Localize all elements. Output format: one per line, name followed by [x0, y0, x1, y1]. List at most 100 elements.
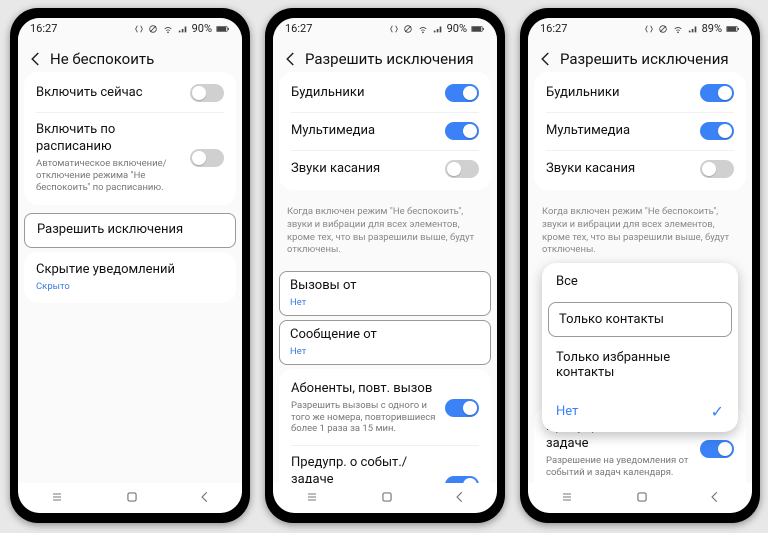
vibrate-icon	[134, 24, 144, 34]
toggle-media[interactable]	[445, 122, 479, 140]
nav-bar	[18, 483, 242, 513]
sub-hidden: Скрыто	[36, 281, 224, 293]
card-sound-exceptions: Будильники Мультимедиа Звуки касания	[534, 72, 746, 190]
status-icons: 90%	[389, 22, 485, 35]
label-allow-exceptions: Разрешить исключения	[37, 222, 223, 239]
option-all-label: Все	[556, 274, 578, 289]
label-alarms: Будильники	[291, 85, 437, 102]
battery-percent: 89%	[702, 22, 722, 35]
phone-mockup-3: 16:27 89% Разрешить исключения Будильник…	[520, 8, 760, 523]
back-button[interactable]	[22, 45, 50, 73]
nav-home[interactable]	[380, 490, 394, 507]
option-contacts-only[interactable]: Только контакты	[548, 302, 732, 337]
nav-recents[interactable]	[303, 491, 321, 506]
back-button[interactable]	[277, 45, 305, 73]
screen-2: 16:27 90% Разрешить исключения Будильник…	[273, 18, 497, 513]
check-icon: ✓	[711, 402, 724, 421]
row-messages-from[interactable]: Сообщение от Нет	[279, 320, 491, 365]
option-fav-contacts[interactable]: Только избранные контакты	[542, 339, 738, 391]
battery-icon	[726, 24, 740, 34]
value-messages-from: Нет	[290, 346, 480, 358]
screen-1: 16:27 90% Не беспокоить Включить сейчас	[18, 18, 242, 513]
label-repeat-callers: Абоненты, повт. вызов	[291, 381, 437, 398]
status-time: 16:27	[540, 22, 567, 35]
row-allow-exceptions[interactable]: Разрешить исключения	[24, 213, 236, 248]
row-enable-now[interactable]: Включить сейчас	[24, 74, 236, 112]
signal-icon	[178, 24, 188, 34]
nav-back[interactable]	[198, 490, 212, 507]
toggle-alarms[interactable]	[445, 84, 479, 102]
label-enable-schedule: Включить по расписанию	[36, 122, 182, 156]
status-time: 16:27	[285, 22, 312, 35]
sub-enable-schedule: Автоматическое включение/отключение режи…	[36, 158, 182, 194]
vibrate-icon	[644, 24, 654, 34]
row-touch-sounds[interactable]: Звуки касания	[279, 150, 491, 188]
chevron-left-icon	[282, 50, 300, 68]
nav-home[interactable]	[125, 490, 139, 507]
toggle-media[interactable]	[700, 122, 734, 140]
label-calls-from: Вызовы от	[290, 278, 480, 295]
label-media: Мультимедиа	[546, 123, 692, 140]
nav-recents[interactable]	[48, 491, 66, 506]
wifi-icon	[672, 24, 684, 34]
row-media[interactable]: Мультимедиа	[279, 112, 491, 150]
row-enable-schedule[interactable]: Включить по расписанию Автоматическое вк…	[24, 112, 236, 203]
page-title: Разрешить исключения	[305, 50, 474, 68]
label-messages-from: Сообщение от	[290, 327, 480, 344]
label-media: Мультимедиа	[291, 123, 437, 140]
option-none[interactable]: Нет ✓	[542, 391, 738, 432]
sub-repeat-callers: Разрешить вызовы с одного и того же номе…	[291, 400, 437, 436]
nav-bar	[528, 483, 752, 513]
page-title: Разрешить исключения	[560, 50, 729, 68]
toggle-touch-sounds[interactable]	[445, 160, 479, 178]
battery-percent: 90%	[192, 22, 212, 35]
mute-icon	[403, 24, 413, 34]
row-event-task[interactable]: Предупр. о событ./задаче Разрешение на у…	[279, 445, 491, 483]
option-all[interactable]: Все	[542, 263, 738, 300]
label-touch-sounds: Звуки касания	[291, 161, 437, 178]
nav-home[interactable]	[635, 490, 649, 507]
nav-recents[interactable]	[558, 491, 576, 506]
label-event-task: Предупр. о событ./задаче	[291, 455, 437, 483]
battery-percent: 90%	[447, 22, 467, 35]
wifi-icon	[162, 24, 174, 34]
row-hide-notifications[interactable]: Скрытие уведомлений Скрыто	[24, 254, 236, 301]
sub-event-task: Разрешение на уведомления от событий и з…	[546, 455, 692, 479]
toggle-repeat-callers[interactable]	[445, 399, 479, 417]
section-note: Когда включен режим "Не беспокоить", зву…	[528, 198, 752, 267]
chevron-left-icon	[537, 50, 555, 68]
option-contacts-only-label: Только контакты	[559, 312, 664, 327]
phone-mockup-1: 16:27 90% Не беспокоить Включить сейчас	[10, 8, 250, 523]
section-note: Когда включен режим "Не беспокоить", зву…	[273, 198, 497, 267]
toggle-touch-sounds[interactable]	[700, 160, 734, 178]
signal-icon	[688, 24, 698, 34]
card-enable: Включить сейчас Включить по расписанию А…	[24, 72, 236, 205]
back-button[interactable]	[532, 45, 560, 73]
row-media[interactable]: Мультимедиа	[534, 112, 746, 150]
toggle-enable-schedule[interactable]	[190, 149, 224, 167]
label-enable-now: Включить сейчас	[36, 85, 182, 102]
chevron-left-icon	[27, 50, 45, 68]
screen-3: 16:27 89% Разрешить исключения Будильник…	[528, 18, 752, 513]
content-area: Включить сейчас Включить по расписанию А…	[18, 72, 242, 483]
page-title: Не беспокоить	[50, 50, 154, 68]
toggle-event-task[interactable]	[445, 476, 479, 483]
mute-icon	[658, 24, 668, 34]
row-touch-sounds[interactable]: Звуки касания	[534, 150, 746, 188]
status-bar: 16:27 90%	[273, 18, 497, 37]
status-icons: 90%	[134, 22, 230, 35]
option-fav-contacts-label: Только избранные контакты	[556, 350, 724, 380]
toggle-alarms[interactable]	[700, 84, 734, 102]
row-repeat-callers[interactable]: Абоненты, повт. вызов Разрешить вызовы с…	[279, 371, 491, 446]
vibrate-icon	[389, 24, 399, 34]
card-more-exceptions: Абоненты, повт. вызов Разрешить вызовы с…	[279, 369, 491, 483]
nav-back[interactable]	[708, 490, 722, 507]
row-alarms[interactable]: Будильники	[534, 74, 746, 112]
toggle-event-task[interactable]	[700, 440, 734, 458]
row-calls-from[interactable]: Вызовы от Нет	[279, 271, 491, 316]
status-time: 16:27	[30, 22, 57, 35]
toggle-enable-now[interactable]	[190, 84, 224, 102]
phone-mockup-2: 16:27 90% Разрешить исключения Будильник…	[265, 8, 505, 523]
nav-back[interactable]	[453, 490, 467, 507]
row-alarms[interactable]: Будильники	[279, 74, 491, 112]
